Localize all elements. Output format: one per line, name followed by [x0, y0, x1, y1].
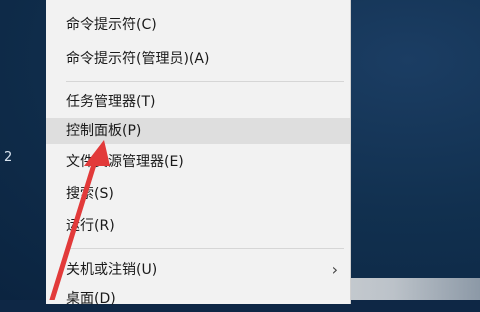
menu-item-file-explorer[interactable]: 文件资源管理器(E) [46, 149, 350, 175]
menu-item-label: 文件资源管理器(E) [66, 154, 184, 170]
menu-item-command-prompt-admin[interactable]: 命令提示符(管理员)(A) [46, 46, 350, 72]
menu-item-run[interactable]: 运行(R) [46, 213, 350, 239]
desktop-partial-text: 2 [4, 150, 13, 165]
menu-item-control-panel[interactable]: 控制面板(P) [46, 118, 350, 144]
menu-item-label: 命令提示符(C) [66, 17, 157, 33]
menu-item-desktop[interactable]: 桌面(D) [46, 286, 350, 312]
menu-item-label: 搜索(S) [66, 186, 114, 202]
menu-item-search[interactable]: 搜索(S) [46, 181, 350, 207]
menu-item-task-manager[interactable]: 任务管理器(T) [46, 89, 350, 115]
context-menu: 命令提示符(C) 命令提示符(管理员)(A) 任务管理器(T) 控制面板(P) … [46, 0, 351, 307]
menu-separator [66, 81, 344, 82]
menu-separator [66, 248, 344, 249]
menu-item-command-prompt[interactable]: 命令提示符(C) [46, 12, 350, 38]
menu-item-shutdown[interactable]: 关机或注销(U) › [46, 257, 350, 283]
menu-item-label: 关机或注销(U) [66, 262, 158, 278]
menu-item-label: 控制面板(P) [66, 123, 142, 139]
menu-item-label: 命令提示符(管理员)(A) [66, 51, 210, 67]
menu-item-label: 任务管理器(T) [66, 94, 156, 110]
menu-item-label: 运行(R) [66, 218, 115, 234]
chevron-right-icon: › [331, 260, 338, 279]
menu-item-label: 桌面(D) [66, 291, 116, 307]
